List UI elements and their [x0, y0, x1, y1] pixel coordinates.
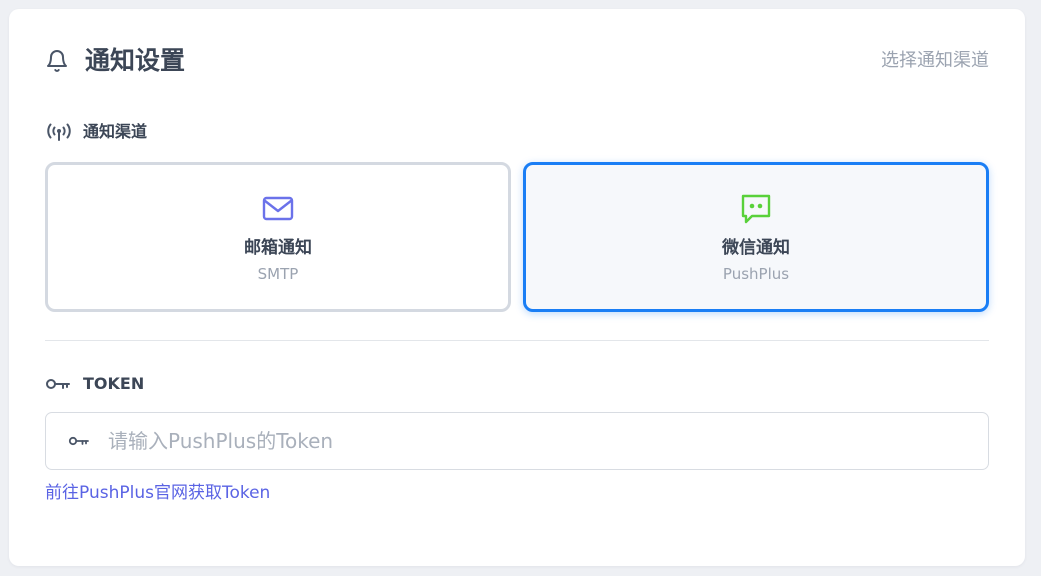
settings-header: 通知设置 选择通知渠道 — [45, 45, 989, 77]
token-input[interactable] — [108, 421, 968, 461]
key-icon — [46, 379, 70, 389]
header-hint: 选择通知渠道 — [881, 50, 989, 71]
channel-wechat-sub: PushPlus — [722, 265, 790, 283]
pushplus-token-link[interactable]: 前往PushPlus官网获取Token — [45, 481, 270, 505]
token-field[interactable] — [45, 412, 989, 470]
channel-email-sub: SMTP — [257, 265, 299, 283]
page-title: 通知设置 — [85, 46, 186, 75]
notification-settings-card: 通知设置 选择通知渠道 通知渠道 邮箱通知 SMTP 微信通知 PushPlus — [9, 9, 1025, 566]
antenna-icon — [47, 123, 71, 141]
mail-icon — [262, 196, 294, 221]
channel-wechat-name: 微信通知 — [722, 238, 790, 258]
channel-wechat-card[interactable]: 微信通知 PushPlus — [523, 162, 989, 312]
channel-email-card[interactable]: 邮箱通知 SMTP — [45, 162, 511, 312]
bell-icon — [47, 50, 67, 72]
section-divider — [45, 340, 989, 341]
chat-icon — [741, 194, 771, 224]
channels-label: 通知渠道 — [83, 122, 148, 141]
key-icon — [68, 436, 89, 446]
channel-email-name: 邮箱通知 — [244, 238, 312, 258]
token-label: TOKEN — [83, 374, 145, 393]
